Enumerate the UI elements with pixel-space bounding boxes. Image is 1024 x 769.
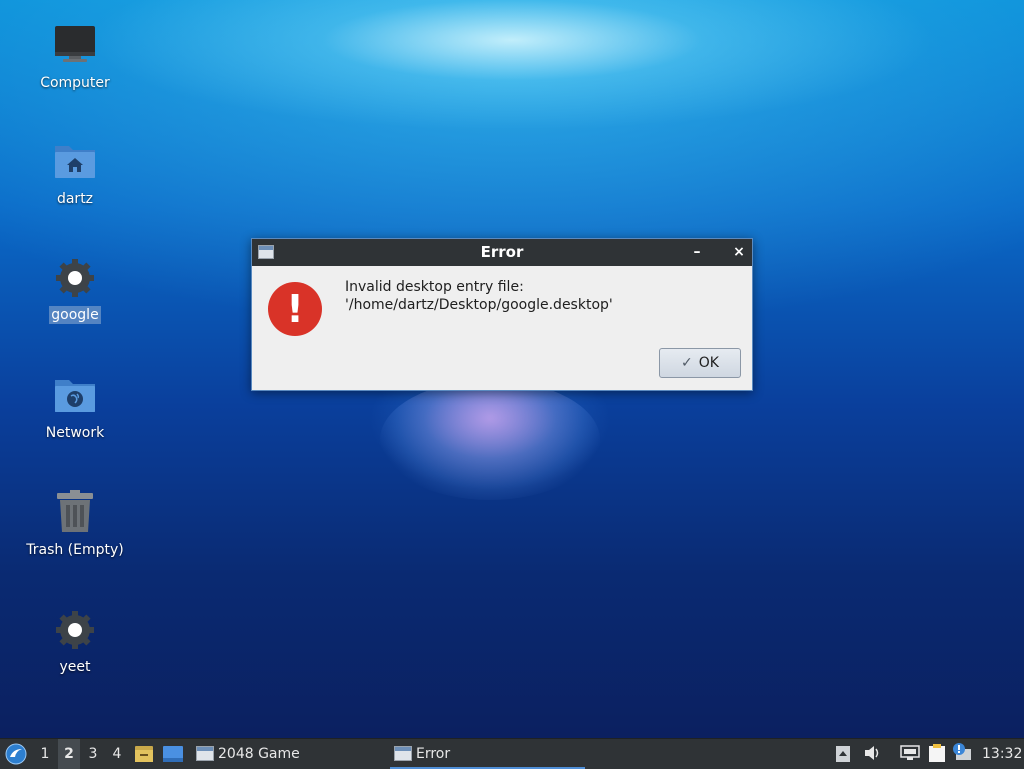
minimize-button[interactable]: – — [686, 239, 708, 266]
jellyfish-wallpaper-detail — [380, 380, 600, 500]
trash-icon — [51, 489, 99, 537]
show-desktop-button[interactable] — [162, 739, 184, 769]
desktop-icon-network[interactable]: Network — [20, 372, 130, 442]
gear-icon — [51, 606, 99, 654]
workspace-4[interactable]: 4 — [106, 739, 128, 769]
volume-icon[interactable] — [864, 745, 880, 761]
workspace-1[interactable]: 1 — [34, 739, 56, 769]
window-icon — [196, 746, 214, 761]
desktop-icon-label: yeet — [59, 659, 91, 675]
dialog-titlebar[interactable]: Error – × — [252, 239, 752, 266]
workspace-2[interactable]: 2 — [58, 739, 80, 769]
network-folder-icon — [51, 372, 99, 420]
file-manager-launcher[interactable] — [134, 739, 154, 769]
window-icon — [258, 245, 274, 259]
desktop-icon-label: Computer — [40, 75, 110, 91]
gear-icon — [51, 254, 99, 302]
task-label: Error — [416, 746, 451, 762]
desktop-icon-label: Trash (Empty) — [26, 542, 124, 558]
ok-button-label: OK — [698, 355, 719, 371]
network-status-icon[interactable] — [900, 745, 920, 761]
desktop-icon-yeet[interactable]: yeet — [20, 606, 130, 676]
ok-button[interactable]: ✓ OK — [659, 348, 741, 378]
desktop-icon-google[interactable]: google — [20, 254, 130, 324]
error-message: Invalid desktop entry file: '/home/dartz… — [345, 279, 613, 313]
task-2048-game[interactable]: 2048 Game — [192, 739, 398, 769]
desktop-icon-label: Network — [45, 425, 105, 441]
home-folder-icon — [51, 138, 99, 186]
check-icon: ✓ — [681, 355, 693, 371]
desktop-icon — [163, 746, 183, 762]
update-notifier-icon[interactable] — [952, 743, 971, 760]
dialog-title: Error — [480, 243, 524, 261]
tray-expand-icon[interactable] — [836, 746, 852, 762]
close-button[interactable]: × — [728, 239, 750, 266]
window-icon — [394, 746, 412, 761]
taskbar: 1 2 3 4 2048 Game Error 13:32 — [0, 738, 1024, 769]
workspace-3[interactable]: 3 — [82, 739, 104, 769]
desktop-icon-dartz[interactable]: dartz — [20, 138, 130, 208]
task-label: 2048 Game — [218, 746, 300, 762]
desktop-icon-label: google — [49, 306, 101, 324]
error-icon: ! — [268, 282, 322, 336]
clipboard-icon[interactable] — [928, 743, 945, 762]
task-error[interactable]: Error — [390, 739, 585, 769]
desktop-background: Computer dartz google Network Trash (Emp… — [0, 0, 1024, 738]
start-menu-button[interactable] — [4, 739, 28, 769]
desktop-icon-computer[interactable]: Computer — [20, 22, 130, 92]
lubuntu-logo-icon — [5, 743, 27, 765]
desktop-icon-trash[interactable]: Trash (Empty) — [20, 489, 130, 559]
error-dialog: Error – × ! Invalid desktop entry file: … — [251, 238, 753, 391]
dialog-body: ! Invalid desktop entry file: '/home/dar… — [252, 266, 752, 390]
file-manager-icon — [135, 746, 153, 762]
desktop-icon-label: dartz — [56, 191, 94, 207]
clock[interactable]: 13:32 — [982, 739, 1022, 769]
computer-icon — [51, 22, 99, 70]
